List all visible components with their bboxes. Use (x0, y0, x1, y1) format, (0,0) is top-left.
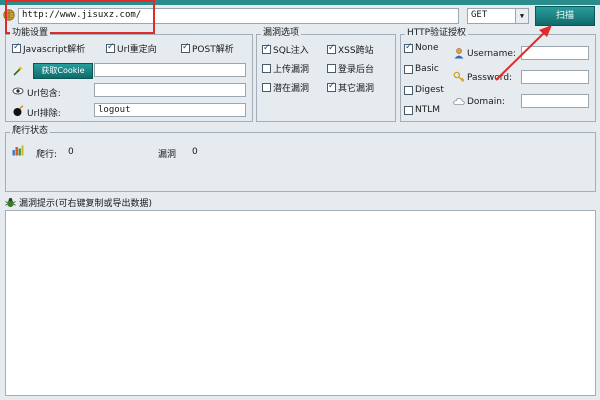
checkbox-box[interactable] (327, 43, 336, 54)
url-include-label: Url包含: (27, 89, 61, 99)
crawled-count: 0 (68, 147, 74, 157)
vuln-results-list[interactable] (5, 210, 596, 396)
globe-icon (3, 9, 15, 21)
checkbox-box[interactable] (404, 64, 413, 74)
domain-label: Domain: (467, 97, 505, 107)
basic-settings-title: 功能设置 (10, 28, 51, 39)
domain-field[interactable] (521, 94, 589, 108)
post-label: POST解析 (192, 45, 234, 55)
javascript-checkbox[interactable]: Javascript解析 (12, 42, 85, 55)
basic-settings-group: 功能设置 Javascript解析 Url重定向 POST解析 获取Cookie… (5, 28, 253, 122)
url-include-field[interactable] (94, 83, 246, 97)
method-select-value: GET (471, 10, 488, 20)
checkbox-box[interactable] (106, 42, 115, 53)
url-redirect-label: Url重定向 (117, 45, 157, 55)
login-backend-label: 登录后台 (338, 65, 375, 75)
vuln-options-group: 漏洞选项 SQL注入 XSS跨站 上传漏洞 登录后台 潜在漏洞 其它漏洞 (256, 28, 396, 122)
other-vuln-label: 其它漏洞 (338, 84, 375, 94)
upload-vuln-label: 上传漏洞 (273, 65, 310, 75)
auth-digest-checkbox[interactable]: Digest (404, 85, 444, 95)
http-auth-title: HTTP验证授权 (405, 28, 469, 39)
crawl-status-group: 爬行状态 爬行: 0 漏洞 0 (5, 126, 596, 192)
eye-icon (12, 87, 24, 95)
auth-basic-checkbox[interactable]: Basic (404, 64, 439, 74)
checkbox-box[interactable] (404, 42, 413, 53)
bug-icon (5, 197, 16, 207)
checkbox-box[interactable] (262, 64, 271, 73)
auth-none-checkbox[interactable]: None (404, 42, 439, 53)
xss-checkbox[interactable]: XSS跨站 (327, 43, 374, 56)
checkbox-box[interactable] (262, 43, 271, 54)
app-window: http://www.jisuxz.com/ GET ▼ 扫描 功能设置 Jav… (0, 0, 600, 400)
get-cookie-button[interactable]: 获取Cookie (33, 63, 93, 79)
post-checkbox[interactable]: POST解析 (181, 42, 234, 55)
title-strip (0, 0, 600, 5)
vuln-count-label: 漏洞 (158, 150, 177, 160)
login-backend-checkbox[interactable]: 登录后台 (327, 62, 374, 75)
checkbox-box[interactable] (262, 83, 271, 92)
crawled-label: 爬行: (36, 150, 58, 160)
cookie-field[interactable] (94, 63, 246, 77)
vuln-options-title: 漏洞选项 (261, 28, 302, 39)
bomb-icon (13, 105, 24, 116)
upload-vuln-checkbox[interactable]: 上传漏洞 (262, 62, 309, 75)
chevron-down-icon[interactable]: ▼ (515, 9, 528, 23)
cloud-icon (453, 98, 465, 105)
auth-ntlm-label: NTLM (415, 105, 441, 115)
sql-injection-checkbox[interactable]: SQL注入 (262, 43, 309, 56)
checkbox-box[interactable] (327, 64, 336, 73)
auth-basic-label: Basic (415, 64, 439, 74)
potential-vuln-checkbox[interactable]: 潜在漏洞 (262, 81, 309, 94)
vuln-count: 0 (192, 147, 198, 157)
bar-chart-icon (12, 145, 24, 156)
checkbox-box[interactable] (404, 105, 413, 115)
sql-injection-label: SQL注入 (273, 46, 309, 56)
xss-label: XSS跨站 (338, 46, 374, 56)
checkbox-box[interactable] (12, 42, 21, 53)
url-exclude-label: Url排除: (27, 109, 61, 119)
vuln-display-title: 漏洞提示(可右键复制或导出数据) (19, 198, 153, 209)
checkbox-box[interactable] (404, 85, 413, 95)
other-vuln-checkbox[interactable]: 其它漏洞 (327, 81, 374, 94)
checkbox-box[interactable] (181, 42, 190, 53)
javascript-label: Javascript解析 (23, 45, 86, 55)
annotation-arrow (495, 25, 552, 81)
wand-icon (13, 66, 23, 76)
url-input[interactable]: http://www.jisuxz.com/ (18, 8, 459, 24)
vuln-display-header: 漏洞提示(可右键复制或导出数据) (5, 195, 596, 209)
auth-none-label: None (415, 43, 439, 53)
auth-digest-label: Digest (415, 85, 444, 95)
auth-ntlm-checkbox[interactable]: NTLM (404, 105, 440, 115)
url-redirect-checkbox[interactable]: Url重定向 (106, 42, 157, 55)
user-icon (454, 48, 464, 59)
potential-vuln-label: 潜在漏洞 (273, 84, 310, 94)
checkbox-box[interactable] (327, 81, 336, 92)
crawl-status-title: 爬行状态 (10, 126, 51, 137)
url-exclude-field[interactable]: logout (94, 103, 246, 117)
key-icon (453, 71, 465, 82)
